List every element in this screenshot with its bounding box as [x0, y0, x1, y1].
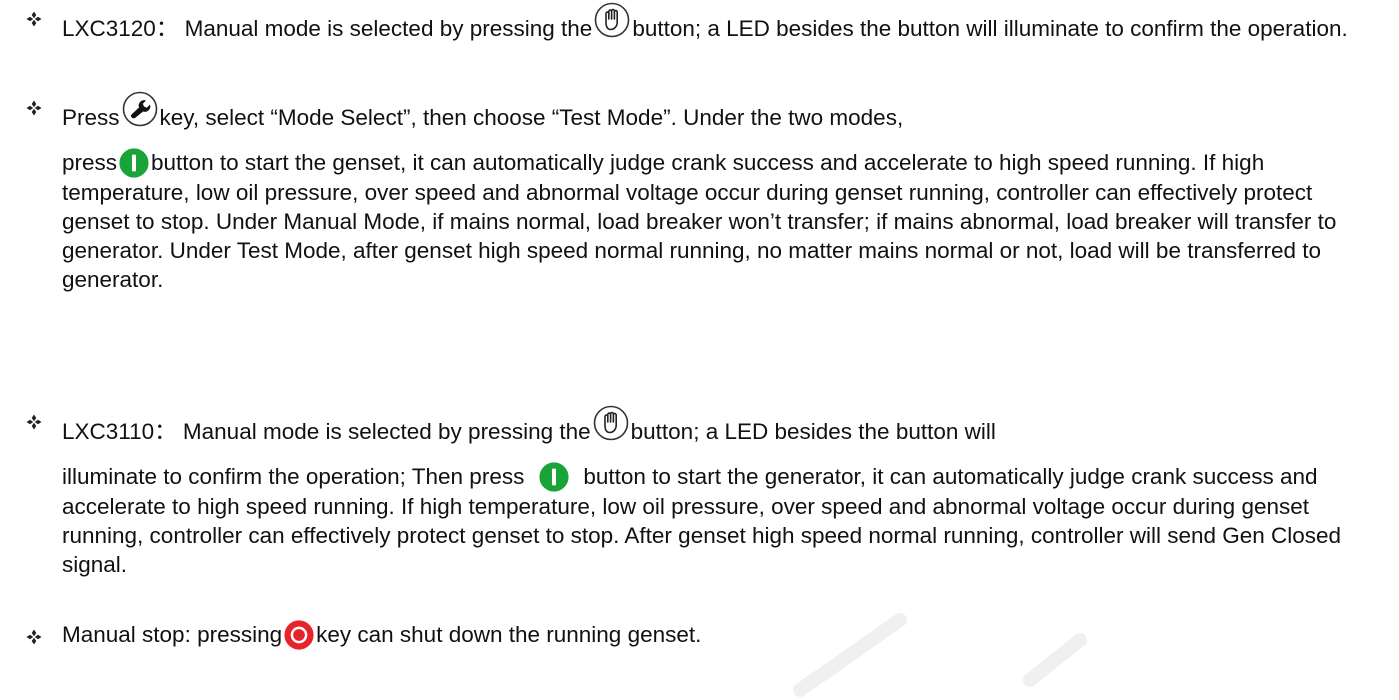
item-text: LXC3110： Manual mode is selected by pres…: [62, 419, 591, 444]
item-text: button; a LED besides the button will il…: [632, 16, 1348, 41]
wrench-key-icon: [122, 91, 158, 127]
list-item-test-mode: Press key, select “Mode Select”, then cho…: [62, 91, 1377, 294]
item-text: illuminate to confirm the operation; The…: [62, 464, 525, 489]
four-diamond-bullet-icon: [26, 11, 42, 27]
four-diamond-bullet-icon: [26, 629, 42, 645]
hand-button-icon: [593, 405, 629, 441]
red-stop-button-icon: [284, 620, 314, 650]
four-diamond-bullet-icon: [26, 100, 42, 116]
hand-button-icon: [594, 2, 630, 38]
item-text: button; a LED besides the button will: [630, 419, 996, 444]
item-text: press: [62, 150, 118, 175]
green-start-button-icon: [119, 148, 149, 178]
list-item-lxc3120: LXC3120： Manual mode is selected by pres…: [62, 2, 1377, 43]
item-text: key, select “Mode Select”, then choose “…: [159, 105, 904, 130]
item-text: LXC3120： Manual mode is selected by pres…: [62, 16, 593, 41]
list-item-manual-stop: Manual stop: pressing key can shut down t…: [62, 620, 1377, 650]
item-text: key can shut down the running genset.: [316, 622, 702, 647]
item-text: Press: [62, 105, 120, 130]
item-text: Manual stop: pressing: [62, 622, 283, 647]
list-item-lxc3110: LXC3110： Manual mode is selected by pres…: [62, 405, 1377, 579]
item-text: button to start the genset, it can autom…: [62, 150, 1337, 292]
manual-operation-page: LXC3120： Manual mode is selected by pres…: [0, 0, 1399, 697]
green-start-button-icon: [539, 462, 569, 492]
four-diamond-bullet-icon: [26, 414, 42, 430]
